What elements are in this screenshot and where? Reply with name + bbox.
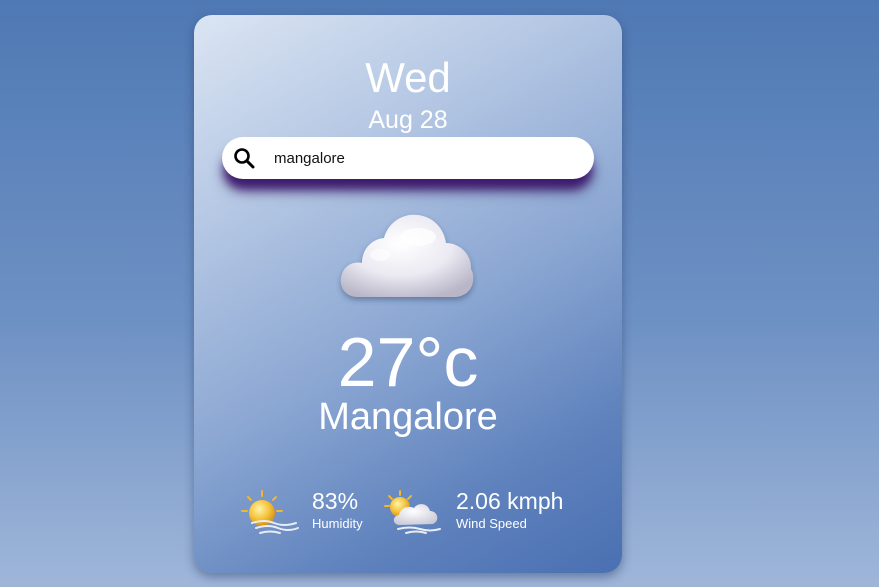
cloud-icon [336, 211, 478, 307]
wind-speed-value: 2.06 kmph [456, 488, 564, 514]
sun-cloud-wind-icon [384, 489, 444, 535]
wind-stat: 2.06 kmph Wind Speed [384, 487, 604, 537]
sun-humidity-icon [240, 489, 300, 535]
day-label: Wed [365, 54, 451, 101]
search-icon[interactable] [233, 147, 255, 169]
weather-card: Wed Aug 28 mangalore 27°c Mangalore 83% … [194, 15, 622, 573]
temperature-value: 27°c [337, 323, 479, 401]
humidity-stat: 83% Humidity [240, 487, 390, 537]
date-label: Aug 28 [368, 106, 448, 134]
search-bar[interactable] [222, 137, 594, 179]
humidity-value: 83% [312, 488, 359, 514]
wind-speed-label: Wind Speed [456, 516, 527, 531]
humidity-label: Humidity [312, 516, 363, 531]
search-input[interactable] [274, 137, 574, 179]
city-name: Mangalore [318, 396, 498, 438]
